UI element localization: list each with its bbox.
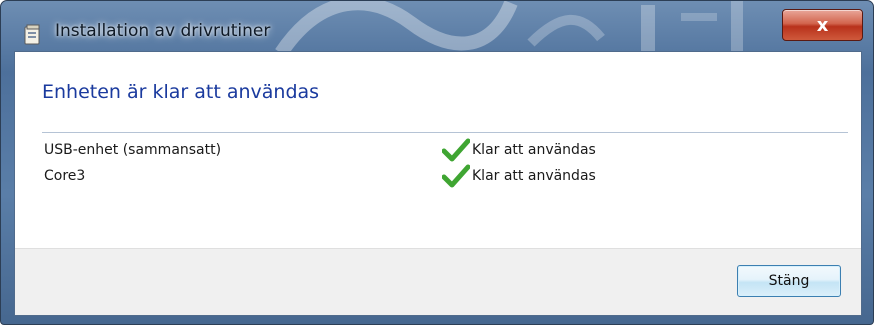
device-status-label: Klar att användas <box>472 142 596 158</box>
device-status: Klar att användas <box>442 138 596 162</box>
green-check-icon <box>442 138 470 162</box>
close-dialog-button[interactable]: Stäng <box>737 265 841 297</box>
heading-separator <box>42 132 848 133</box>
status-heading: Enheten är klar att användas <box>42 81 320 103</box>
device-status: Klar att användas <box>442 164 596 188</box>
device-name: USB-enhet (sammansatt) <box>44 142 222 158</box>
window-close-button[interactable]: x <box>782 9 863 41</box>
dialog-footer: Stäng <box>15 248 861 315</box>
driver-install-icon <box>24 24 40 45</box>
green-check-icon <box>442 164 470 188</box>
device-name: Core3 <box>44 168 86 184</box>
title-bar[interactable]: Installation av drivrutiner x <box>1 1 873 51</box>
window-title: Installation av drivrutiner <box>55 21 271 41</box>
driver-install-dialog: Installation av drivrutiner x Enheten är… <box>0 0 874 325</box>
dialog-content: Enheten är klar att användas USB-enhet (… <box>14 51 862 316</box>
device-status-label: Klar att användas <box>472 168 596 184</box>
close-icon: x <box>816 14 829 36</box>
